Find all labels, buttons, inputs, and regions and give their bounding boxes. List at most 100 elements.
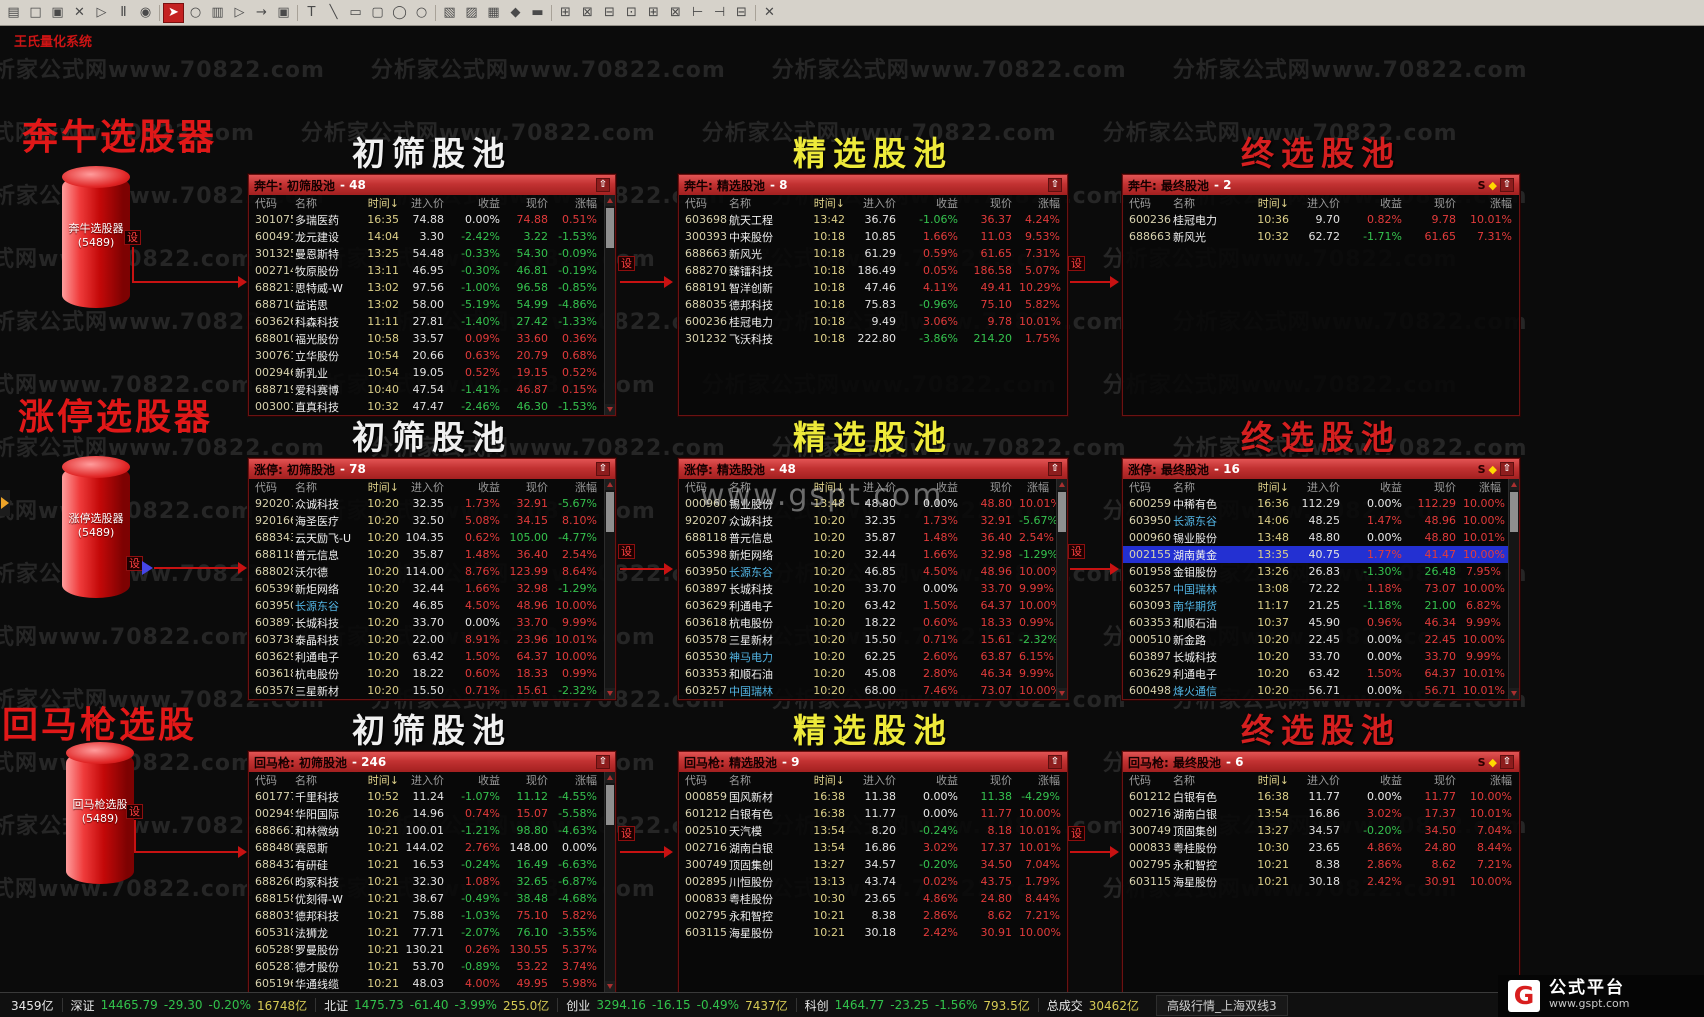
- column-header[interactable]: 收益: [451, 772, 507, 788]
- sort-icon[interactable]: S: [1478, 756, 1486, 769]
- table-row[interactable]: 605289 罗曼股份 10:21 130.21 0.26% 130.55 5.37%: [249, 941, 604, 958]
- fill-icon[interactable]: ◆: [505, 3, 526, 23]
- pin-up-icon[interactable]: ⇧: [1048, 755, 1062, 769]
- column-header[interactable]: 收益: [1347, 195, 1409, 211]
- column-header[interactable]: 收益: [1347, 479, 1409, 495]
- pool-title-bar[interactable]: 回马枪: 精选股池 - 9 ⇧: [679, 752, 1067, 772]
- column-header[interactable]: 代码: [249, 195, 293, 211]
- table-row[interactable]: 603257 中国瑞林 13:08 72.22 1.18% 73.07 10.00%: [1123, 580, 1508, 597]
- column-header[interactable]: 进入价: [401, 195, 451, 211]
- column-header[interactable]: 时间↓: [365, 195, 401, 211]
- grid-merge-icon[interactable]: ⊠: [577, 3, 598, 23]
- status-feed-source[interactable]: 高级行情_上海双线3: [1155, 994, 1288, 1016]
- table-row[interactable]: 000833 粤桂股份 10:30 23.65 4.86% 24.80 8.44%: [679, 890, 1067, 907]
- table-row[interactable]: 688719 爱科赛博 10:40 47.54 -1.41% 46.87 0.15%: [249, 381, 604, 398]
- connector-tag[interactable]: 设: [124, 230, 141, 245]
- column-header[interactable]: 时间↓: [365, 772, 401, 788]
- paste-icon[interactable]: ▨: [461, 3, 482, 23]
- table-row[interactable]: 688663 新风光 10:32 62.72 -1.71% 61.65 7.31%: [1123, 228, 1519, 245]
- table-row[interactable]: 605398 新炬网络 10:20 32.44 1.66% 32.98 -1.29%: [249, 580, 604, 597]
- text-tool-icon[interactable]: T: [301, 3, 322, 23]
- table-row[interactable]: 605287 德才股份 10:21 53.70 -0.89% 53.22 3.74%: [249, 958, 604, 975]
- close-icon[interactable]: ✕: [759, 3, 780, 23]
- column-header[interactable]: 名称: [1171, 195, 1251, 211]
- column-header[interactable]: 进入价: [1291, 772, 1347, 788]
- pause-icon[interactable]: Ⅱ: [113, 3, 134, 23]
- table-row[interactable]: 002510 天汽模 13:54 8.20 -0.24% 8.18 10.01%: [679, 822, 1067, 839]
- table-row[interactable]: 002155 湖南黄金 13:35 40.75 1.77% 41.47 10.00%: [1123, 546, 1508, 563]
- table-row[interactable]: 000960锡业股份 13:48 48.80 0.00% 48.80 10.01%: [1123, 529, 1508, 546]
- column-header[interactable]: 涨幅: [555, 479, 604, 495]
- table-row[interactable]: 300393 中来股份 10:18 10.85 1.66% 11.03 9.53%: [679, 228, 1067, 245]
- table-row[interactable]: 603115 海星股份 10:21 30.18 2.42% 30.91 10.00%: [679, 924, 1067, 941]
- table-row[interactable]: 002949 华阳国际 10:26 14.96 0.74% 15.07 -5.58%: [249, 805, 604, 822]
- column-header[interactable]: 现价: [1409, 479, 1463, 495]
- column-header[interactable]: 进入价: [1291, 195, 1347, 211]
- sort-icon[interactable]: S: [1478, 463, 1486, 476]
- connector-tag[interactable]: 设: [618, 826, 635, 841]
- table-row[interactable]: 603738 泰晶科技 10:20 22.00 8.91% 23.96 10.01%: [249, 631, 604, 648]
- table-row[interactable]: 605196 华通线缆 10:21 48.03 4.00% 49.95 5.98%: [249, 975, 604, 992]
- pin-up-icon[interactable]: ⇧: [1500, 755, 1514, 769]
- scrollbar-thumb[interactable]: [606, 208, 614, 248]
- table-row[interactable]: 603257中国瑞林 10:20 68.00 7.46% 73.07 10.00%: [679, 682, 1056, 699]
- table-row[interactable]: 003007 直真科技 10:32 47.47 -2.46% 46.30 -1.53%: [249, 398, 604, 415]
- table-row[interactable]: 300761 立华股份 10:54 20.66 0.63% 20.79 0.68%: [249, 347, 604, 364]
- pin-up-icon[interactable]: ⇧: [1500, 178, 1514, 192]
- table-row[interactable]: 603897 长城科技 10:20 33.70 0.00% 33.70 9.99%: [249, 614, 604, 631]
- table-row[interactable]: 603629 利通电子 10:20 63.42 1.50% 64.37 10.01%: [1123, 665, 1508, 682]
- table-row[interactable]: 002714 牧原股份 13:11 46.95 -0.30% 46.81 -0.19%: [249, 262, 604, 279]
- connector-tag[interactable]: 设: [1068, 256, 1085, 271]
- selector-cylinder-benniu[interactable]: 奔牛选股器 (5489): [62, 164, 130, 316]
- table-row[interactable]: 000833 粤桂股份 10:30 23.65 4.86% 24.80 8.44%: [1123, 839, 1519, 856]
- pin-up-icon[interactable]: ⇧: [1048, 178, 1062, 192]
- table-row[interactable]: 688270 臻镭科技 10:18 186.49 0.05% 186.58 5.07%: [679, 262, 1067, 279]
- scrollbar-thumb[interactable]: [606, 785, 614, 825]
- link-icon[interactable]: ⊟: [731, 3, 752, 23]
- column-header[interactable]: 进入价: [401, 479, 451, 495]
- column-header[interactable]: 时间↓: [1251, 195, 1291, 211]
- column-header[interactable]: 进入价: [847, 772, 903, 788]
- file-list-icon[interactable]: ▤: [3, 3, 24, 23]
- pool-title-bar[interactable]: 奔牛: 最终股池 - 2 S ◆ ⇧: [1123, 175, 1519, 195]
- table-row[interactable]: 603618 杭电股份 10:20 18.22 0.60% 18.33 0.99%: [249, 665, 604, 682]
- scrollbar-thumb[interactable]: [1510, 492, 1518, 532]
- column-header[interactable]: 现价: [1409, 195, 1463, 211]
- diamond-icon[interactable]: ◆: [1489, 757, 1497, 768]
- table-row[interactable]: 603626 科森科技 11:11 27.81 -1.40% 27.42 -1.33%: [249, 313, 604, 330]
- column-header[interactable]: 名称: [293, 479, 365, 495]
- scroll-up-icon[interactable]: [605, 772, 615, 783]
- table-row[interactable]: 688260 昀冢科技 10:21 32.30 1.08% 32.65 -6.87%: [249, 873, 604, 890]
- side-panel-toggle[interactable]: [0, 490, 10, 516]
- column-header[interactable]: 现价: [507, 195, 555, 211]
- table-row[interactable]: 920166 海圣医疗 10:20 32.50 5.08% 34.15 8.10%: [249, 512, 604, 529]
- cursor-icon[interactable]: ➤: [163, 2, 184, 23]
- diamond-icon[interactable]: ◆: [1489, 464, 1497, 475]
- rect-tool-icon[interactable]: ▭: [345, 3, 366, 23]
- table-row[interactable]: 002716 湖南白银 13:54 16.86 3.02% 17.37 10.01%: [1123, 805, 1519, 822]
- clipboard-icon[interactable]: ▧: [439, 3, 460, 23]
- pool-title-bar[interactable]: 涨停: 精选股池 - 48 ⇧: [679, 459, 1067, 479]
- table-row[interactable]: 688028 沃尔德 10:20 114.00 8.76% 123.99 8.64%: [249, 563, 604, 580]
- column-header[interactable]: 现价: [507, 772, 555, 788]
- scroll-down-icon[interactable]: [1509, 688, 1519, 699]
- table-row[interactable]: 000859 国风新材 16:38 11.38 0.00% 11.38 -4.29%: [679, 788, 1067, 805]
- column-header[interactable]: 涨幅: [555, 195, 604, 211]
- table-row[interactable]: 600236 桂冠电力 10:18 9.49 3.06% 9.78 10.01%: [679, 313, 1067, 330]
- copy-icon[interactable]: ▣: [273, 3, 294, 23]
- table-row[interactable]: 601212 白银有色 16:38 11.77 0.00% 11.77 10.00%: [679, 805, 1067, 822]
- table-row[interactable]: 603578 三星新材 10:20 15.50 0.71% 15.61 -2.32%: [249, 682, 604, 699]
- save-icon[interactable]: ▣: [47, 3, 68, 23]
- scroll-up-icon[interactable]: [605, 479, 615, 490]
- table-row[interactable]: 000510 新金路 10:20 22.45 0.00% 22.45 10.00%: [1123, 631, 1508, 648]
- column-header[interactable]: 涨幅: [1019, 772, 1067, 788]
- grid-insert-icon[interactable]: ⊞: [555, 3, 576, 23]
- column-header[interactable]: 收益: [1347, 772, 1409, 788]
- scroll-down-icon[interactable]: [605, 688, 615, 699]
- circle-tool-icon[interactable]: ○: [411, 3, 432, 23]
- diamond-icon[interactable]: ◆: [1489, 180, 1497, 191]
- table-row[interactable]: 688480 赛恩斯 10:21 144.02 2.76% 148.00 0.00%: [249, 839, 604, 856]
- column-header[interactable]: 名称: [727, 195, 807, 211]
- table-row[interactable]: 002795 永和智控 10:21 8.38 2.86% 8.62 7.21%: [679, 907, 1067, 924]
- scrollbar-thumb[interactable]: [1058, 492, 1066, 532]
